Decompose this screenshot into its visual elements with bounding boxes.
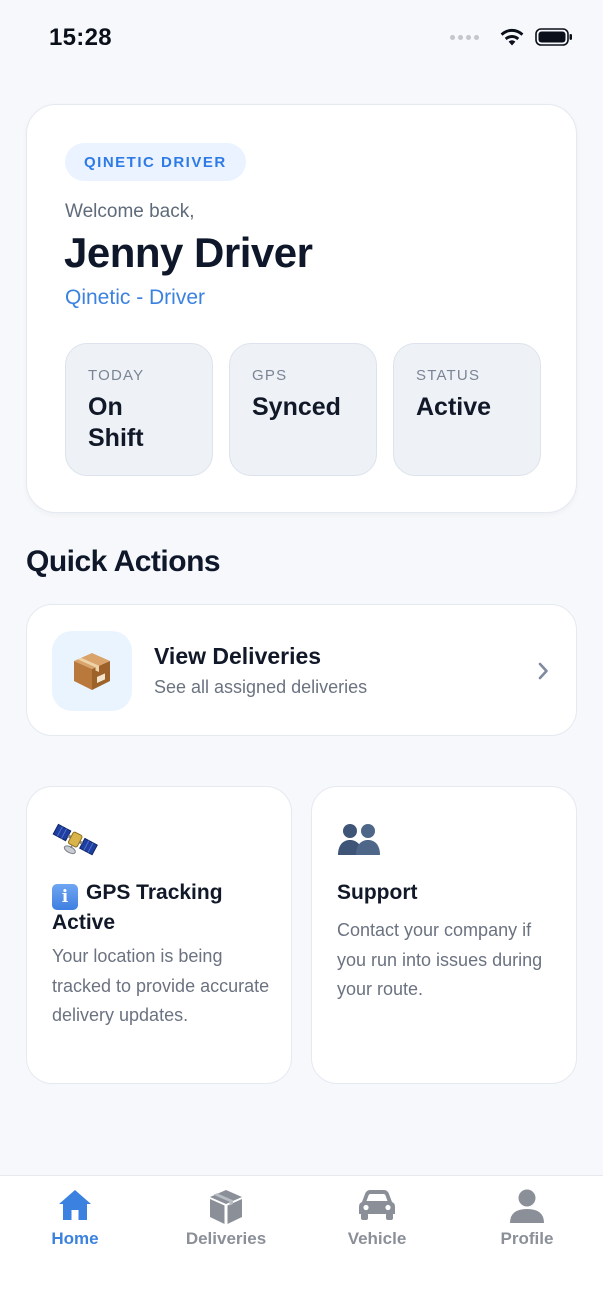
tab-label: Home (51, 1229, 99, 1248)
car-icon (359, 1190, 395, 1220)
tab-profile[interactable]: Profile (452, 1176, 602, 1266)
stat-value: Active (416, 393, 492, 421)
stat-label: GPS (252, 367, 288, 384)
view-deliveries-subtitle: See all assigned deliveries (154, 677, 368, 697)
bottom-tab-bar: Home Deliveries Vehicle Profile (0, 1175, 603, 1304)
stat-tile-status: STATUS Active (393, 343, 541, 476)
stat-value: Synced (252, 393, 341, 421)
welcome-text: Welcome back, (65, 201, 195, 222)
info-icon: i (52, 884, 78, 910)
status-icons (450, 27, 573, 47)
tab-deliveries[interactable]: Deliveries (151, 1176, 301, 1266)
stat-tile-gps: GPS Synced (229, 343, 377, 476)
stat-tile-today: TODAY On Shift (65, 343, 213, 476)
home-icon (59, 1190, 91, 1220)
stat-label: TODAY (88, 367, 145, 384)
gps-tracking-card: i GPS Tracking Active Your location is be… (26, 786, 292, 1084)
satellite-icon (52, 823, 98, 856)
gps-tracking-title: i GPS Tracking Active (52, 880, 271, 936)
tab-label: Vehicle (347, 1229, 407, 1248)
status-bar: 15:28 (0, 0, 603, 78)
chevron-right-icon (538, 662, 548, 680)
quick-actions-title: Quick Actions (26, 545, 221, 578)
tab-label: Profile (500, 1229, 554, 1248)
stat-row: TODAY On Shift GPS Synced STATUS Active (65, 343, 541, 476)
company-name: Qinetic - Driver (65, 286, 206, 309)
tab-label: Deliveries (185, 1229, 267, 1248)
view-deliveries-button[interactable]: View Deliveries See all assigned deliver… (26, 604, 577, 736)
view-deliveries-title: View Deliveries (154, 643, 322, 669)
person-icon (510, 1189, 544, 1223)
wifi-icon (500, 28, 524, 46)
driver-home-screen: 15:28 QINETIC DRIVER Welcome back, Jenny… (0, 0, 603, 1304)
people-icon (338, 824, 380, 855)
cellular-signal-icon (450, 34, 479, 40)
tab-home[interactable]: Home (0, 1176, 150, 1266)
battery-icon (535, 28, 572, 46)
tab-vehicle[interactable]: Vehicle (302, 1176, 452, 1266)
role-badge: QINETIC DRIVER (65, 143, 246, 181)
support-body: Contact your company if you run into iss… (337, 920, 543, 999)
cube-icon (210, 1190, 242, 1224)
support-title: Support (337, 881, 418, 904)
stat-label: STATUS (416, 367, 481, 384)
stat-value: On Shift (88, 393, 144, 452)
gps-tracking-body: Your location is being tracked to provid… (52, 946, 270, 1025)
driver-profile-card: QINETIC DRIVER Welcome back, Jenny Drive… (26, 104, 577, 513)
package-icon (52, 631, 132, 711)
support-card[interactable]: Support Contact your company if you run … (311, 786, 577, 1084)
driver-name: Jenny Driver (64, 229, 313, 276)
status-time: 15:28 (49, 24, 112, 51)
